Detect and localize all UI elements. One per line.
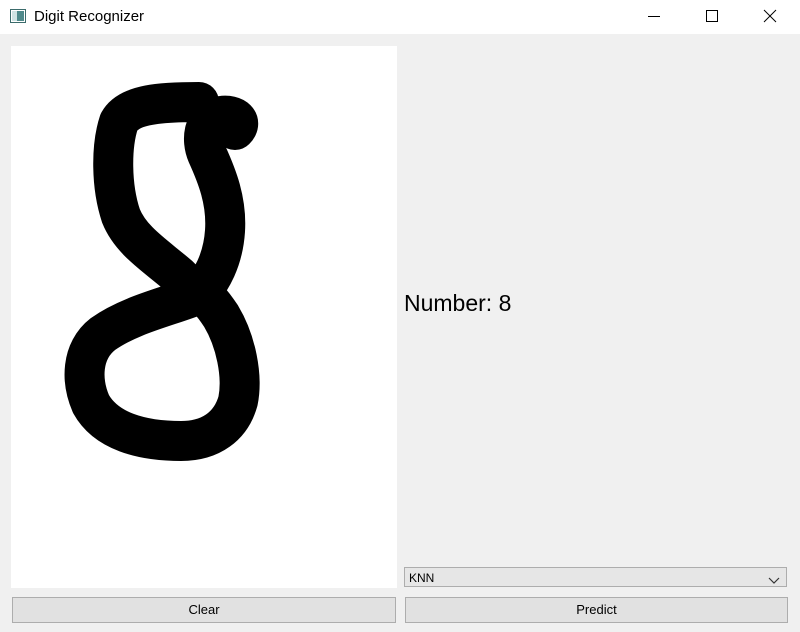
model-select-value: KNN [409,571,435,585]
prediction-result-label: Number: 8 [404,290,512,316]
minimize-button[interactable] [625,0,683,34]
chevron-down-icon [768,572,780,584]
close-icon [763,9,777,23]
drawn-digit-stroke [64,82,260,461]
window-title: Digit Recognizer [34,8,145,25]
predict-button[interactable]: Predict [405,597,788,623]
app-window-icon [10,9,26,23]
maximize-icon [706,10,718,22]
close-button[interactable] [741,0,799,34]
maximize-button[interactable] [683,0,741,34]
drawing-canvas[interactable] [11,46,397,588]
title-bar[interactable]: Digit Recognizer [0,0,800,34]
model-select-dropdown[interactable]: KNN [404,567,787,587]
minimize-icon [648,16,660,17]
digit-recognizer-window: Digit Recognizer Number: 8 KNN Clear Pre… [0,0,800,632]
clear-button[interactable]: Clear [12,597,396,623]
